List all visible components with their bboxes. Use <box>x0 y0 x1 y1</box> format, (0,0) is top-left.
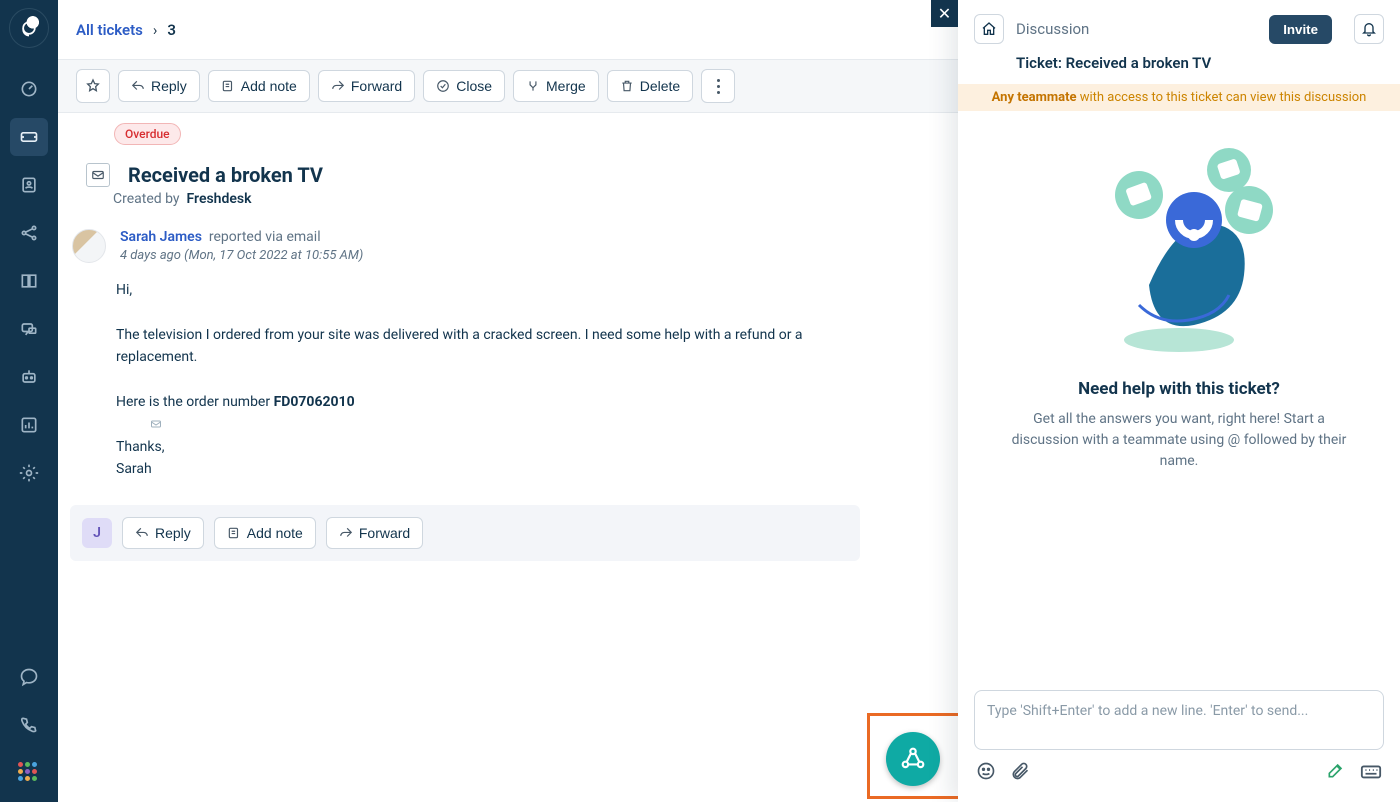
breadcrumb-ticket-id: 3 <box>167 21 176 39</box>
discussion-input[interactable]: Type 'Shift+Enter' to add a new line. 'E… <box>974 690 1384 750</box>
nav-social-icon[interactable] <box>10 214 48 252</box>
more-actions-button[interactable] <box>701 69 735 103</box>
reported-via: reported via email <box>205 229 320 245</box>
message-body: Hi, The television I ordered from your s… <box>116 279 876 481</box>
ticket-title: Received a broken TV <box>128 163 323 187</box>
discussion-drawer: ✕ Discussion Invite Ticket: Received a b… <box>958 0 1400 802</box>
created-by: Created by Freshdesk <box>113 191 1000 207</box>
drawer-permission-banner: Any teammate with access to this ticket … <box>958 84 1400 111</box>
breadcrumb-all-tickets[interactable]: All tickets <box>76 21 143 39</box>
app-logo[interactable] <box>9 8 49 48</box>
merge-button[interactable]: Merge <box>513 70 599 102</box>
close-drawer-button[interactable]: ✕ <box>931 0 958 27</box>
emoji-icon[interactable] <box>976 761 996 785</box>
invite-button[interactable]: Invite <box>1269 15 1332 44</box>
replybar-reply-button[interactable]: Reply <box>122 517 204 549</box>
nav-contacts-icon[interactable] <box>10 166 48 204</box>
drawer-tab-discussion[interactable]: Discussion <box>1016 20 1257 38</box>
nav-tickets-icon[interactable] <box>10 118 48 156</box>
close-button[interactable]: Close <box>423 70 505 102</box>
nav-analytics-icon[interactable] <box>10 406 48 444</box>
chevron-right-icon: › <box>153 21 158 39</box>
ticket-conversation: Overdue Received a broken TV Created by … <box>58 113 1000 802</box>
drawer-subline: Get all the answers you want, right here… <box>999 409 1359 472</box>
notifications-button[interactable] <box>1354 14 1384 44</box>
nav-solutions-icon[interactable] <box>10 262 48 300</box>
star-icon[interactable] <box>76 69 110 103</box>
drawer-headline: Need help with this ticket? <box>1078 379 1280 399</box>
forward-button[interactable]: Forward <box>318 70 415 102</box>
highlight-box <box>867 713 961 799</box>
nav-apps-icon[interactable] <box>10 754 48 792</box>
message-timestamp: 4 days ago (Mon, 17 Oct 2022 at 10:55 AM… <box>120 248 363 263</box>
discussion-illustration <box>1079 135 1279 355</box>
nav-admin-icon[interactable] <box>10 454 48 492</box>
nav-forums-icon[interactable] <box>10 310 48 348</box>
agent-avatar: J <box>82 518 112 548</box>
drawer-home-button[interactable] <box>974 14 1004 44</box>
nav-freshchat-icon[interactable] <box>10 658 48 696</box>
add-note-button[interactable]: Add note <box>208 70 310 102</box>
nav-phone-icon[interactable] <box>10 706 48 744</box>
left-nav <box>0 0 58 802</box>
nav-bots-icon[interactable] <box>10 358 48 396</box>
requester-name[interactable]: Sarah James <box>120 229 202 245</box>
keyboard-icon[interactable] <box>1360 760 1382 786</box>
reply-button[interactable]: Reply <box>118 70 200 102</box>
requester-avatar <box>72 229 106 263</box>
overdue-badge: Overdue <box>114 123 181 145</box>
edit-icon[interactable] <box>1326 760 1346 786</box>
drawer-subject: Ticket: Received a broken TV <box>958 52 1400 84</box>
replybar-add-note-button[interactable]: Add note <box>214 517 316 549</box>
message-source-icon <box>148 418 164 430</box>
marketplace-app-button[interactable] <box>886 732 940 786</box>
nav-dashboard-icon[interactable] <box>10 70 48 108</box>
mail-icon <box>86 163 110 187</box>
reply-bar: J Reply Add note Forward <box>70 505 860 561</box>
delete-button[interactable]: Delete <box>607 70 693 102</box>
replybar-forward-button[interactable]: Forward <box>326 517 423 549</box>
attachment-icon[interactable] <box>1010 761 1030 785</box>
